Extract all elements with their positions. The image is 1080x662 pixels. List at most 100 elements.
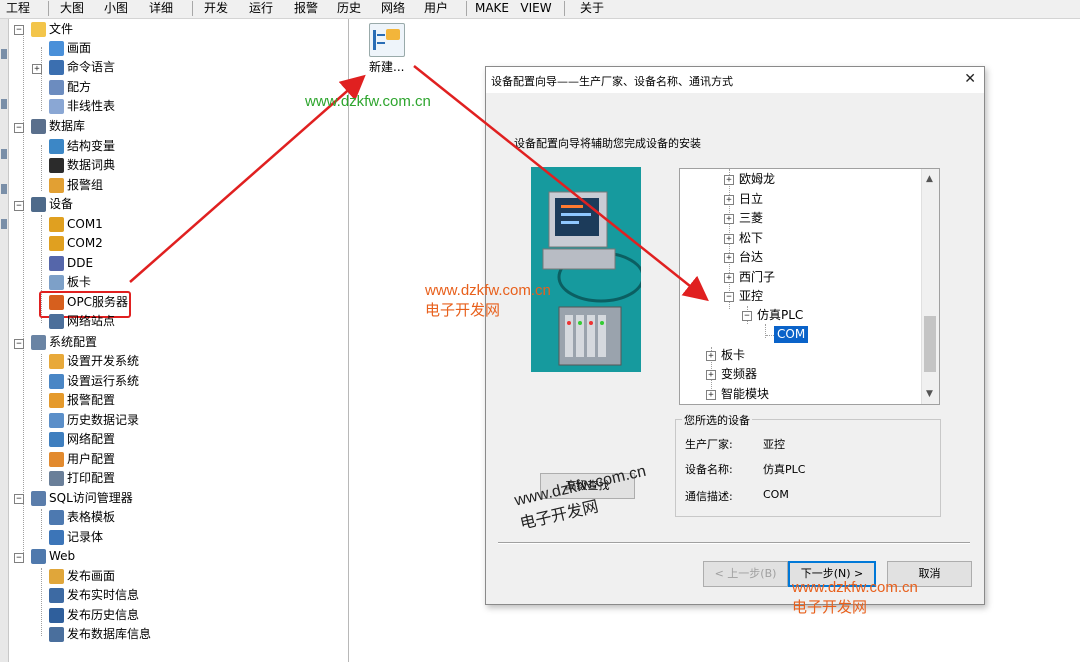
- menu-about[interactable]: 关于: [574, 0, 610, 18]
- expand-toggle[interactable]: +: [724, 234, 734, 244]
- tree-label: 设置开发系统: [67, 354, 140, 368]
- scrollbar-thumb[interactable]: [924, 316, 936, 372]
- menu-history[interactable]: 历史: [331, 0, 367, 18]
- menu-separator: [48, 1, 49, 16]
- tree-label: OPC服务器: [67, 295, 129, 309]
- strip-marker: [1, 99, 7, 109]
- vertical-tab-strip[interactable]: [0, 19, 9, 662]
- tree-connector: [766, 335, 774, 336]
- tree-label: COM1: [67, 217, 103, 231]
- menu-view[interactable]: VIEW: [518, 0, 554, 18]
- tree-label: 数据库: [49, 119, 86, 133]
- strip-marker: [1, 149, 7, 159]
- device-name-value: 仿真PLC: [763, 463, 806, 476]
- watermark-site-name: 电子开发网: [425, 302, 501, 319]
- menu-develop[interactable]: 开发: [198, 0, 234, 18]
- dialog-separator: [498, 542, 970, 544]
- device-name-label: 设备名称:: [685, 463, 733, 476]
- menu-large-icons[interactable]: 大图: [54, 0, 90, 18]
- tree-label: 数据词典: [67, 158, 116, 172]
- tree-label: 命令语言: [67, 60, 116, 74]
- dialog-titlebar[interactable]: 设备配置向导——生产厂家、设备名称、通讯方式 ✕: [486, 67, 984, 93]
- tree-label: 用户配置: [67, 452, 116, 466]
- project-tree: − 文件 画面 + 命令语言 配方 非线性表 − 数据库 结构变量 数据词典 报…: [9, 19, 349, 662]
- expand-toggle[interactable]: +: [724, 175, 734, 185]
- expand-toggle[interactable]: +: [724, 214, 734, 224]
- strip-marker: [1, 184, 7, 194]
- history-record-icon: [49, 413, 64, 428]
- tree-connector: [41, 568, 42, 636]
- tree-label: 非线性表: [67, 99, 116, 113]
- tree-label: COM2: [67, 236, 103, 250]
- watermark-url: www.dzkfw.com.cn: [425, 282, 551, 299]
- manufacturer-label: 生产厂家:: [685, 438, 733, 451]
- menu-run[interactable]: 运行: [243, 0, 279, 18]
- collapse-toggle[interactable]: −: [14, 25, 24, 35]
- tree-label: 设备: [49, 197, 74, 211]
- expand-toggle[interactable]: +: [706, 390, 716, 400]
- expand-toggle[interactable]: +: [706, 351, 716, 361]
- previous-button[interactable]: < 上一步(B): [703, 561, 788, 587]
- tree-label: 网络配置: [67, 432, 116, 446]
- list-item-label: 日立: [739, 192, 764, 206]
- new-device-tile[interactable]: [369, 23, 405, 57]
- listbox-scrollbar[interactable]: ▲ ▼: [921, 169, 939, 404]
- collapse-toggle[interactable]: −: [14, 553, 24, 563]
- expand-toggle[interactable]: +: [724, 273, 734, 283]
- collapse-toggle[interactable]: −: [742, 311, 752, 321]
- tree-connector: [41, 509, 42, 539]
- tree-label: 历史数据记录: [67, 413, 140, 427]
- tree-label: 设置运行系统: [67, 374, 140, 388]
- folder-icon: [31, 22, 46, 37]
- device-tree-listbox[interactable]: + 欧姆龙 + 日立 + 三菱 + 松下 + 台达 + 西门子 − 亚控 − 仿真PLC COM…: [679, 168, 940, 405]
- collapse-toggle[interactable]: −: [14, 201, 24, 211]
- watermark-orange-1: www.dzkfw.com.cn 电子开发网: [425, 282, 551, 320]
- menu-alarm[interactable]: 报警: [288, 0, 324, 18]
- comm-value: COM: [763, 488, 789, 501]
- tree-label: 发布数据库信息: [67, 627, 152, 641]
- tree-label: 板卡: [67, 275, 92, 289]
- manufacturer-value: 亚控: [763, 438, 785, 451]
- sql-manager-icon: [31, 491, 46, 506]
- scroll-up-icon[interactable]: ▲: [926, 174, 933, 184]
- collapse-toggle[interactable]: −: [14, 339, 24, 349]
- expand-toggle[interactable]: +: [32, 64, 42, 74]
- data-dictionary-icon: [49, 158, 64, 173]
- close-icon[interactable]: ✕: [964, 71, 976, 87]
- network-config-icon: [49, 432, 64, 447]
- system-config-icon: [31, 335, 46, 350]
- publish-history-icon: [49, 608, 64, 623]
- web-icon: [31, 549, 46, 564]
- tree-label: Web: [49, 549, 76, 563]
- struct-variable-icon: [49, 139, 64, 154]
- menu-small-icons[interactable]: 小图: [98, 0, 134, 18]
- menu-separator: [192, 1, 193, 16]
- scroll-down-icon[interactable]: ▼: [926, 389, 933, 399]
- expand-toggle[interactable]: +: [724, 253, 734, 263]
- collapse-toggle[interactable]: −: [14, 123, 24, 133]
- menu-user[interactable]: 用户: [418, 0, 454, 18]
- command-icon: [49, 60, 64, 75]
- recipe-icon: [49, 80, 64, 95]
- menu-network[interactable]: 网络: [375, 0, 411, 18]
- table-template-icon: [49, 510, 64, 525]
- menu-make[interactable]: MAKE: [472, 0, 512, 18]
- network-site-icon: [49, 314, 64, 329]
- selected-device-group-title: 您所选的设备: [682, 412, 752, 428]
- menu-details[interactable]: 详细: [143, 0, 179, 18]
- collapse-toggle[interactable]: −: [724, 292, 734, 302]
- tree-label: SQL访问管理器: [49, 491, 133, 505]
- list-item-label: 欧姆龙: [739, 172, 776, 186]
- tree-label: 画面: [67, 41, 92, 55]
- watermark-url: www.dzkfw.com.cn: [792, 579, 918, 596]
- wizard-illustration: [531, 167, 641, 372]
- menu-project[interactable]: 工程: [4, 0, 32, 18]
- list-item-label: 西门子: [739, 270, 776, 284]
- list-item-label: 变频器: [721, 367, 758, 381]
- expand-toggle[interactable]: +: [724, 195, 734, 205]
- collapse-toggle[interactable]: −: [14, 494, 24, 504]
- expand-toggle[interactable]: +: [706, 370, 716, 380]
- list-item-label: 仿真PLC: [757, 308, 804, 322]
- new-device-label[interactable]: 新建...: [369, 58, 404, 75]
- tree-label: 表格模板: [67, 510, 116, 524]
